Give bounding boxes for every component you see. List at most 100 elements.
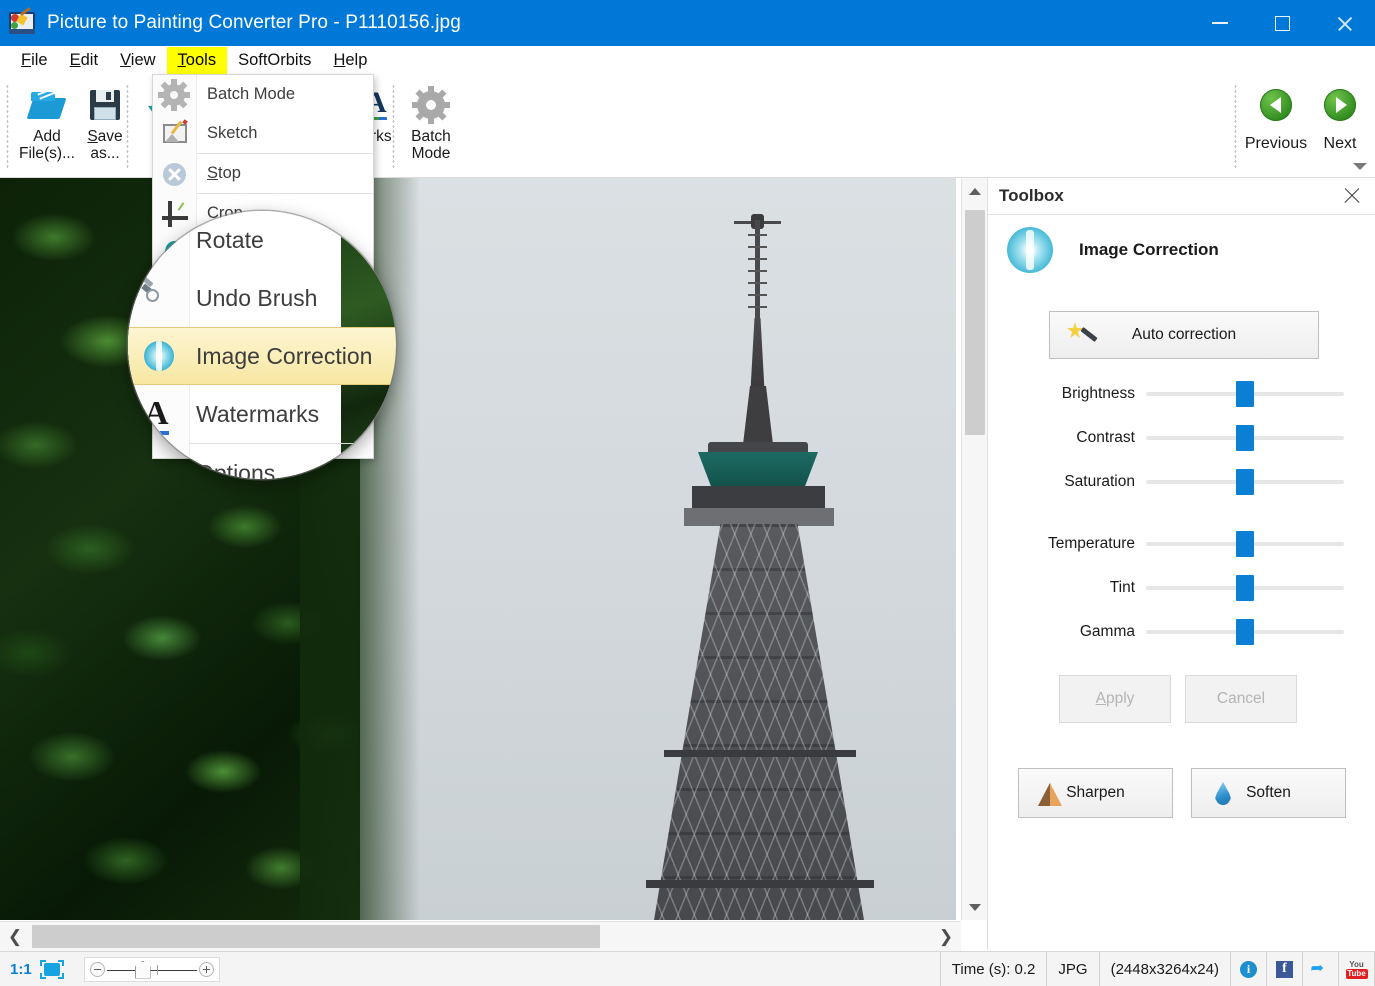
save-as-label-2: as... — [90, 145, 120, 163]
cancel-button[interactable]: Cancel — [1185, 675, 1297, 723]
slider-saturation-thumb[interactable] — [1236, 469, 1254, 495]
menu-edit[interactable]: Edit — [59, 47, 109, 74]
magnified-item-rotate-label: Rotate — [196, 226, 264, 253]
apply-button[interactable]: Apply — [1059, 675, 1171, 723]
batch-mode-label-2: Mode — [411, 145, 451, 163]
facebook-button[interactable]: f — [1267, 951, 1303, 986]
auto-correction-button[interactable]: Auto correction — [1049, 311, 1319, 359]
sharpen-triangle-icon — [1035, 779, 1065, 809]
sharpen-button[interactable]: Sharpen — [1018, 768, 1173, 818]
floppy-disk-icon — [86, 86, 124, 124]
fit-to-window-icon[interactable] — [39, 959, 64, 979]
slider-temperature-thumb[interactable] — [1236, 531, 1254, 557]
slider-contrast-label: Contrast — [1076, 429, 1135, 446]
sliders-group-b: Temperature Tint Gamma — [988, 531, 1375, 663]
canvas-horizontal-scrollbar[interactable]: ❮ ❯ — [0, 921, 961, 951]
toolbox-panel: Toolbox Image Correction Auto correction… — [987, 178, 1375, 950]
previous-label: Previous — [1244, 135, 1308, 152]
slider-brightness[interactable]: Brightness — [988, 381, 1375, 407]
magnified-item-rotate[interactable]: Rotate — [128, 211, 396, 269]
menu-help[interactable]: Help — [322, 47, 378, 74]
magnified-item-watermarks[interactable]: A Watermarks — [128, 385, 396, 443]
magnified-item-image-correction[interactable]: Image Correction — [128, 327, 396, 385]
window-title: Picture to Painting Converter Pro - P111… — [47, 12, 461, 33]
minimize-button[interactable] — [1189, 0, 1251, 46]
image-correction-icon — [128, 327, 190, 385]
next-button[interactable]: Next — [1300, 80, 1375, 172]
zoom-out-icon[interactable] — [89, 961, 105, 977]
tool-header: Image Correction — [988, 215, 1375, 273]
scroll-down-button[interactable] — [962, 894, 988, 920]
slider-saturation[interactable]: Saturation — [988, 469, 1375, 495]
magnified-item-undo-brush-label: Undo Brush — [196, 284, 318, 311]
vertical-scroll-thumb[interactable] — [965, 210, 985, 435]
window-controls — [1189, 0, 1375, 46]
next-label: Next — [1323, 135, 1357, 152]
slider-brightness-thumb[interactable] — [1236, 381, 1254, 407]
ribbon-expander-icon[interactable] — [1353, 163, 1367, 173]
apply-label: pply — [1105, 690, 1135, 707]
twitter-icon: ➦ — [1310, 960, 1324, 977]
slider-saturation-track[interactable] — [1146, 469, 1344, 495]
menu-item-stop-label: Stop — [207, 164, 241, 182]
slider-gamma[interactable]: Gamma — [988, 619, 1375, 645]
status-time: Time (s): 0.2 — [941, 951, 1048, 986]
stop-icon — [153, 154, 197, 193]
menu-item-batch-mode[interactable]: Batch Mode — [153, 75, 373, 114]
zoom-slider-thumb[interactable] — [134, 960, 151, 979]
slider-brightness-track[interactable] — [1146, 381, 1344, 407]
magnified-item-options[interactable]: Options — [128, 444, 396, 480]
slider-tint-thumb[interactable] — [1236, 575, 1254, 601]
slider-contrast[interactable]: Contrast — [988, 425, 1375, 451]
menu-softorbits[interactable]: SoftOrbits — [227, 47, 322, 74]
menu-file[interactable]: File — [10, 47, 59, 74]
batch-mode-button[interactable]: Batch Mode — [394, 80, 468, 172]
maximize-button[interactable] — [1251, 0, 1313, 46]
scroll-up-button[interactable] — [962, 178, 988, 204]
zoom-slider[interactable] — [83, 956, 220, 982]
magnified-item-undo-brush[interactable]: Undo Brush — [128, 269, 396, 327]
status-dimensions: (2448x3264x24) — [1100, 951, 1231, 986]
slider-saturation-label: Saturation — [1064, 473, 1135, 490]
canvas-vertical-scrollbar[interactable] — [961, 178, 987, 920]
gear-icon — [412, 86, 450, 124]
auto-correction-label: Auto correction — [1131, 326, 1237, 343]
status-format: JPG — [1047, 951, 1100, 986]
slider-gamma-track[interactable] — [1146, 619, 1344, 645]
menu-view[interactable]: View — [109, 47, 166, 74]
close-button[interactable] — [1313, 0, 1375, 46]
batch-mode-label-1: Batch — [411, 128, 451, 145]
scroll-left-button[interactable]: ❮ — [0, 922, 30, 951]
toolbox-close-icon[interactable] — [1343, 187, 1361, 205]
slider-temperature[interactable]: Temperature — [988, 531, 1375, 557]
sharpen-label: Sharpen — [1066, 784, 1125, 801]
twitter-button[interactable]: ➦ — [1303, 951, 1339, 986]
watermark-letter-icon: A — [128, 385, 190, 443]
menu-item-stop[interactable]: Stop — [153, 154, 373, 193]
app-icon — [9, 6, 35, 34]
slider-contrast-thumb[interactable] — [1236, 425, 1254, 451]
slider-tint-track[interactable] — [1146, 575, 1344, 601]
youtube-button[interactable]: You Tube — [1339, 951, 1375, 986]
magnified-item-options-label: Options — [196, 459, 276, 480]
scroll-right-button[interactable]: ❯ — [931, 922, 961, 951]
menu-item-sketch[interactable]: Sketch — [153, 114, 373, 153]
magnifier-lens: Rotate Undo Brush Image Correction A Wat… — [128, 211, 396, 479]
zoom-in-icon[interactable] — [198, 961, 214, 977]
slider-temperature-track[interactable] — [1146, 531, 1344, 557]
slider-gamma-thumb[interactable] — [1236, 619, 1254, 645]
slider-tint[interactable]: Tint — [988, 575, 1375, 601]
status-bar: 1:1 Time (s): 0.2 JPG (2448x3264x24) i f… — [0, 951, 1375, 986]
horizontal-scroll-thumb[interactable] — [32, 925, 600, 948]
soften-button[interactable]: Soften — [1191, 768, 1346, 818]
slider-contrast-track[interactable] — [1146, 425, 1344, 451]
zoom-ratio-label[interactable]: 1:1 — [0, 961, 40, 978]
menu-bar: File Edit View Tools SoftOrbits Help — [0, 46, 1375, 74]
menu-tools[interactable]: Tools — [166, 46, 228, 74]
rotate-icon — [128, 211, 190, 269]
status-social-icons: i f ➦ You Tube — [1231, 951, 1375, 986]
info-button[interactable]: i — [1231, 951, 1267, 986]
add-files-label-1: Add — [33, 128, 61, 145]
slider-brightness-label: Brightness — [1061, 385, 1135, 402]
open-folder-icon — [26, 86, 67, 124]
